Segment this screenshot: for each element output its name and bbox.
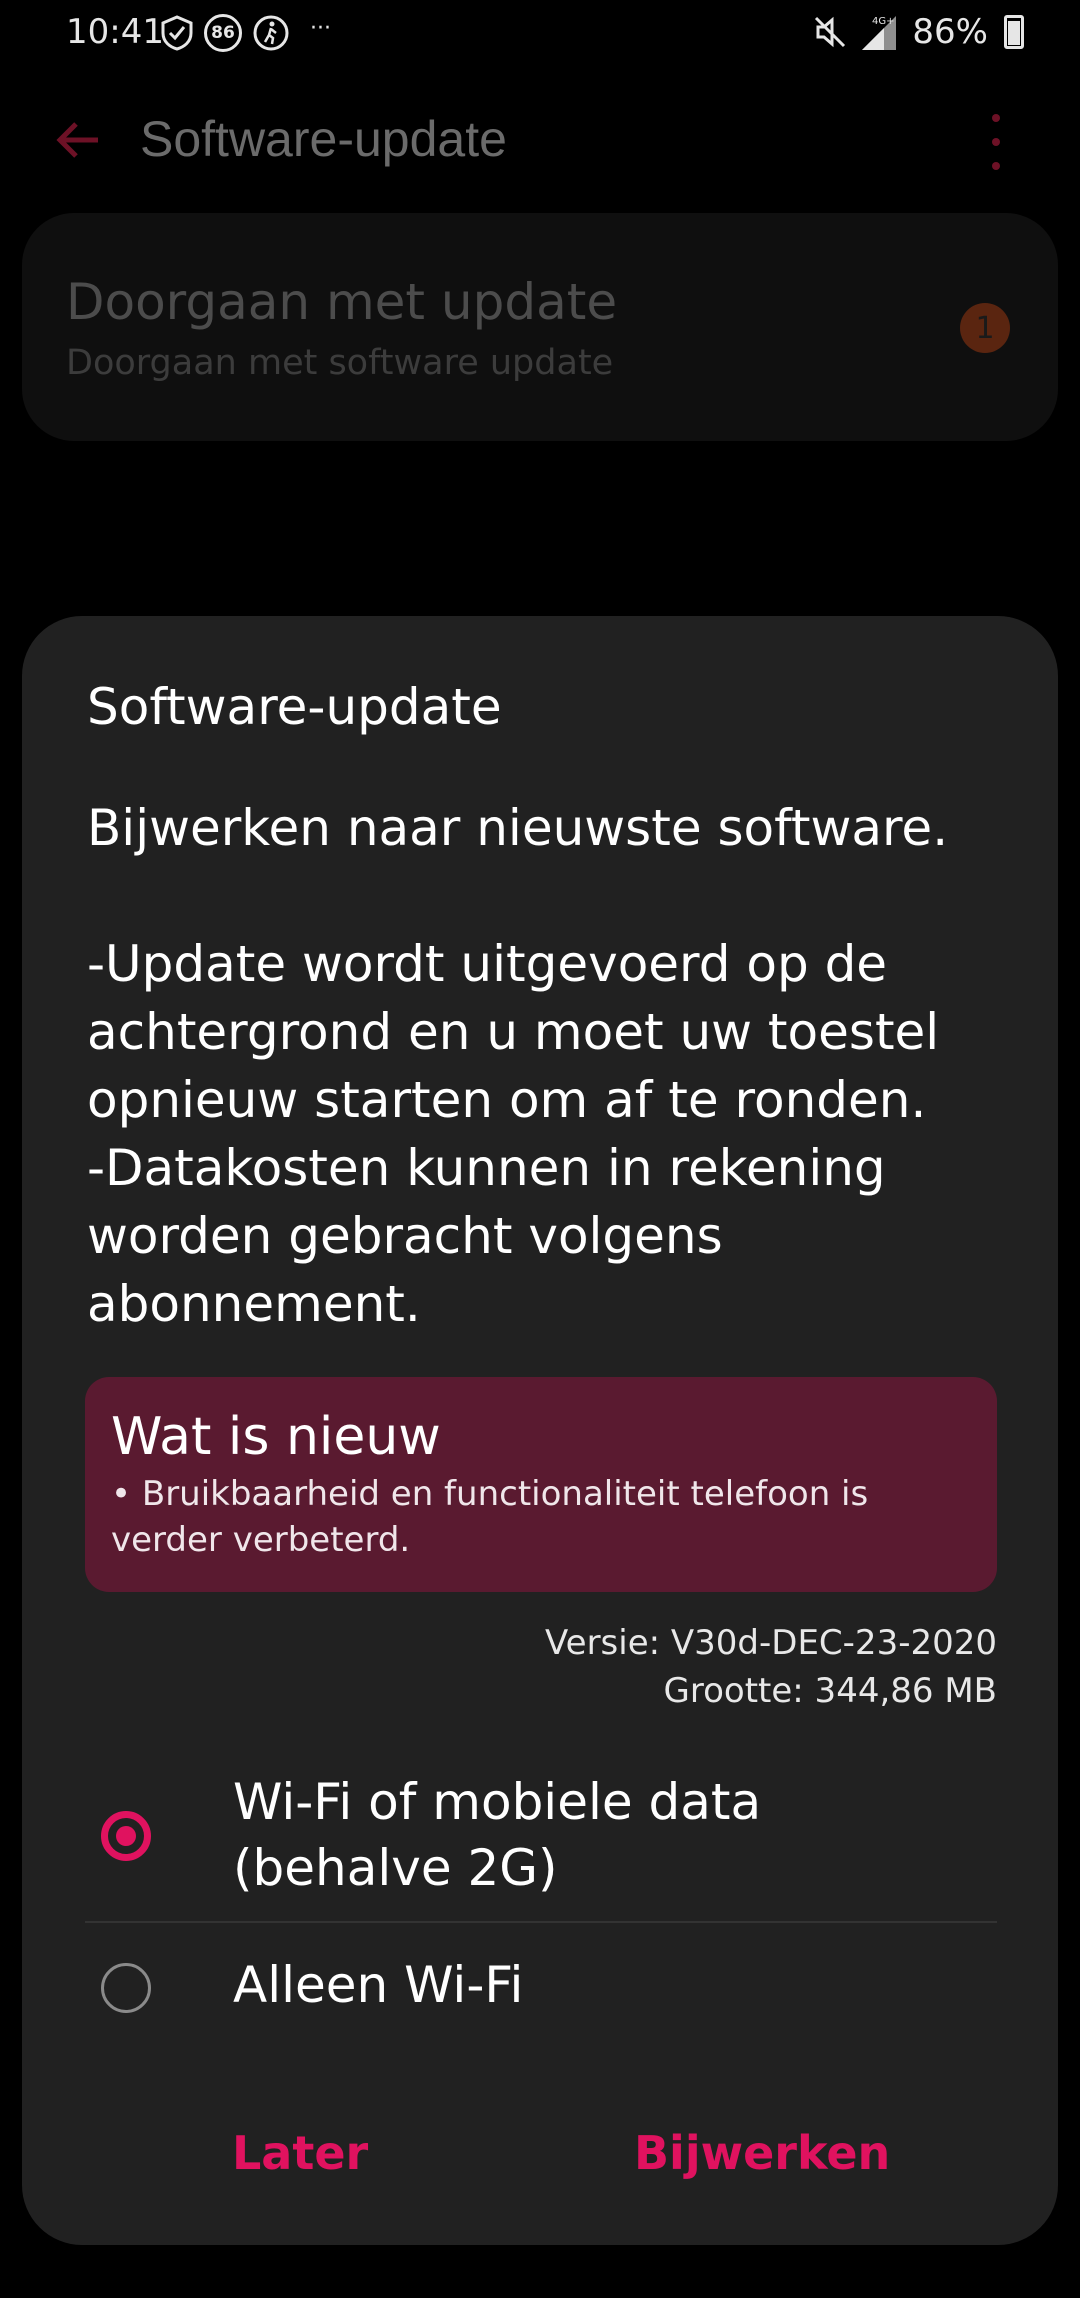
option-label: Alleen Wi-Fi [233, 1956, 524, 2014]
item-subtitle: Doorgaan met software update [66, 343, 614, 383]
version-label: Versie: V30d-DEC-23-2020 [545, 1623, 997, 1663]
status-left-icons: 86 ··· [160, 14, 331, 52]
status-right-icons: 4G+ 86% [812, 12, 1024, 52]
counter-badge-icon: 86 [204, 14, 242, 52]
whats-new-box: Wat is nieuw • Bruikbaarheid en function… [85, 1377, 997, 1592]
mute-icon [815, 16, 846, 48]
page-title: Software-update [140, 111, 507, 167]
battery-icon [1004, 15, 1024, 49]
dialog-title: Software-update [87, 678, 502, 736]
whats-new-text: • Bruikbaarheid en functionaliteit telef… [111, 1474, 869, 1560]
network-type-label: 4G+ [872, 16, 895, 27]
signal-icon: 4G+ [862, 16, 897, 50]
option-label: Wi-Fi of mobiele data (behalve 2G) [233, 1773, 762, 1897]
back-arrow-icon[interactable] [50, 110, 110, 170]
radio-selected-icon[interactable] [101, 1811, 151, 1861]
walking-icon [253, 15, 289, 51]
notification-badge: 1 [960, 303, 1010, 353]
radio-unselected-icon[interactable] [101, 1963, 151, 2013]
more-notifications-icon: ··· [310, 15, 331, 41]
update-button[interactable]: Bijwerken [634, 2126, 890, 2180]
size-label: Grootte: 344,86 MB [663, 1671, 997, 1711]
update-dialog: Software-update Bijwerken naar nieuwste … [22, 616, 1058, 2245]
status-bar: 10:41 86 ··· 4G+ 86% [0, 0, 1080, 70]
dialog-message: Bijwerken naar nieuwste software. -Updat… [87, 799, 949, 1333]
status-time: 10:41 [66, 12, 164, 52]
later-button[interactable]: Later [232, 2126, 368, 2180]
item-title: Doorgaan met update [66, 273, 618, 331]
app-bar: Software-update [0, 90, 1080, 190]
continue-update-item[interactable]: Doorgaan met update Doorgaan met softwar… [22, 213, 1058, 441]
option-wifi-or-mobile[interactable]: Wi-Fi of mobiele data (behalve 2G) [85, 1761, 997, 1923]
more-options-icon[interactable] [992, 114, 1004, 170]
battery-percent: 86% [912, 12, 988, 52]
option-wifi-only[interactable]: Alleen Wi-Fi [85, 1926, 997, 2046]
update-info: Versie: V30d-DEC-23-2020 Grootte: 344,86… [545, 1619, 997, 1715]
whats-new-title: Wat is nieuw [111, 1407, 441, 1467]
shield-icon [161, 15, 193, 51]
